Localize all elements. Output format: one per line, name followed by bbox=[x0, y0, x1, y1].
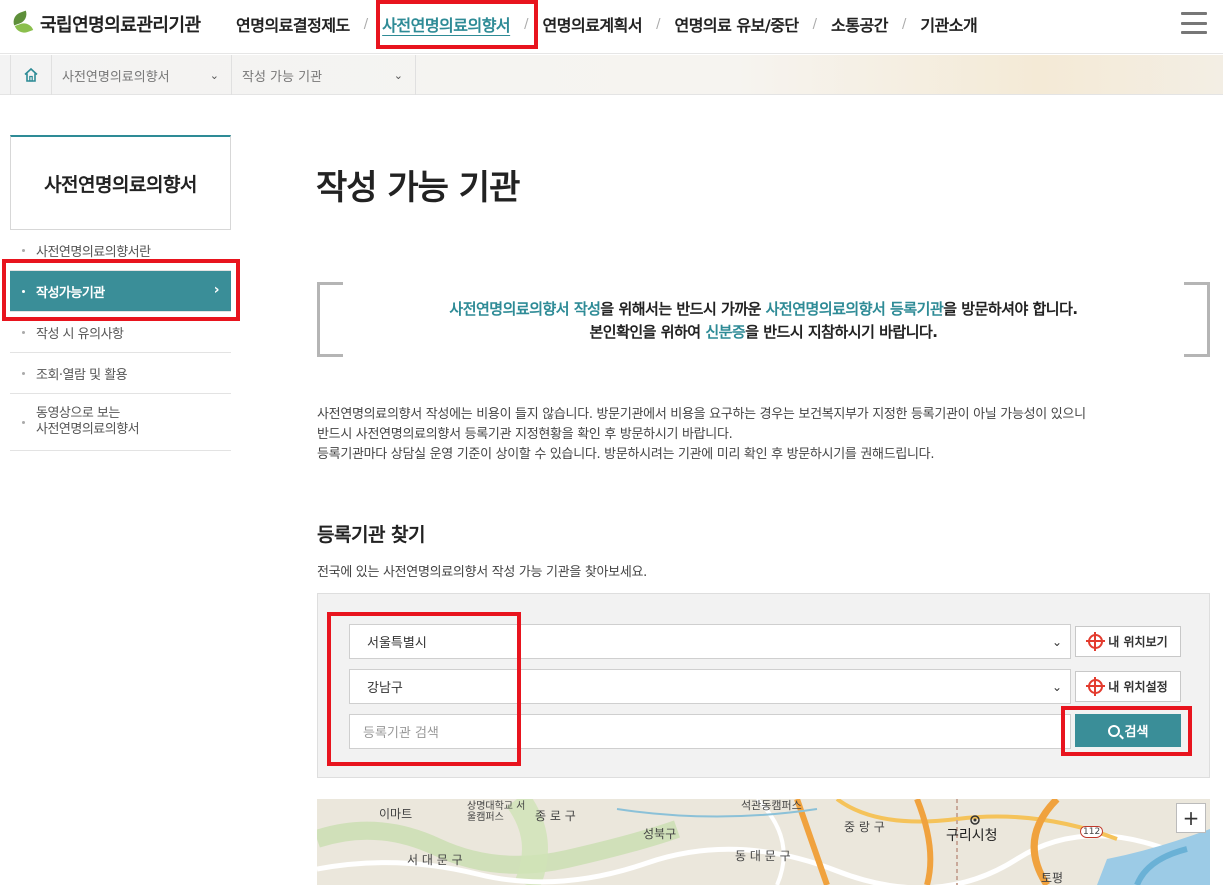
chevron-down-icon: ⌄ bbox=[1051, 680, 1062, 694]
map-view[interactable]: 이마트 상명대학교 서울캠퍼스 종 로 구 석관동캠퍼스 성북구 중 랑 구 구… bbox=[317, 799, 1210, 885]
bracket-left bbox=[317, 282, 343, 357]
sidebar-menu: 사전연명의료의향서란 작성가능기관 › 작성 시 유의사항 조회·열람 및 활용… bbox=[10, 230, 231, 451]
chevron-right-icon: › bbox=[213, 282, 220, 298]
map-label: 구리시청 bbox=[946, 828, 998, 844]
nav-item-advance-directive[interactable]: 사전연명의료의향서 bbox=[374, 12, 518, 36]
sidebar-item-video[interactable]: 동영상으로 보는 사전연명의료의향서 bbox=[10, 394, 231, 451]
chevron-down-icon: ⌄ bbox=[393, 69, 403, 82]
logo-text: 국립연명의료관리기관 bbox=[40, 15, 201, 36]
sidebar-item-label: 동영상으로 보는 사전연명의료의향서 bbox=[36, 406, 140, 437]
bracket-right bbox=[1184, 282, 1210, 357]
sidebar-item-label: 사전연명의료의향서란 bbox=[36, 244, 151, 260]
sidebar-item-label: 조회·열람 및 활용 bbox=[36, 367, 128, 383]
nav-item-about[interactable]: 기관소개 bbox=[912, 12, 985, 36]
search-button[interactable]: 검색 bbox=[1075, 714, 1181, 747]
breadcrumb-level1-label: 사전연명의료의향서 bbox=[62, 69, 170, 85]
my-location-set-button[interactable]: 내 위치설정 bbox=[1075, 671, 1181, 702]
page-title: 작성 가능 기관 bbox=[316, 168, 520, 208]
leaf-logo-icon bbox=[10, 10, 34, 37]
map-label: 종 로 구 bbox=[535, 809, 576, 823]
breadcrumb-select-level2[interactable]: 작성 가능 기관 ⌄ bbox=[232, 55, 416, 95]
nav-item-withhold-withdraw[interactable]: 연명의료 유보/중단 bbox=[666, 12, 806, 36]
site-logo[interactable]: 국립연명의료관리기관 bbox=[10, 10, 201, 37]
home-icon[interactable] bbox=[10, 55, 52, 95]
menu-icon[interactable] bbox=[1181, 12, 1207, 34]
sidebar-item-inquiry[interactable]: 조회·열람 및 활용 bbox=[10, 353, 231, 394]
sido-select[interactable]: 서울특별시 ⌄ bbox=[349, 624, 1071, 659]
search-panel: 서울특별시 ⌄ 강남구 ⌄ 등록기관 검색 내 위치보기 내 위치설정 검색 bbox=[317, 593, 1210, 778]
my-location-view-button[interactable]: 내 위치보기 bbox=[1075, 626, 1181, 657]
section-title: 등록기관 찾기 bbox=[317, 524, 426, 546]
description-text: 사전연명의료의향서 작성에는 비용이 들지 않습니다. 방문기관에서 비용을 요… bbox=[317, 407, 1086, 462]
sidebar-item-label: 작성 시 유의사항 bbox=[36, 326, 124, 342]
sidebar-item-label: 작성가능기관 bbox=[36, 285, 105, 301]
map-label: 중 랑 구 bbox=[844, 820, 885, 834]
main-nav: 연명의료결정제도 / 사전연명의료의향서 / 연명의료계획서 / 연명의료 유보… bbox=[228, 0, 985, 48]
sidebar-item-precautions[interactable]: 작성 시 유의사항 bbox=[10, 312, 231, 353]
search-icon bbox=[1107, 724, 1120, 737]
breadcrumb-select-level1[interactable]: 사전연명의료의향서 ⌄ bbox=[52, 55, 232, 95]
notice-line-1: 사전연명의료의향서 작성을 위해서는 반드시 가까운 사전연명의료의향서 등록기… bbox=[449, 300, 1078, 318]
map-label: 이마트 bbox=[379, 807, 413, 821]
map-label: 석관동캠퍼스 bbox=[741, 799, 802, 812]
site-header: 국립연명의료관리기관 연명의료결정제도 / 사전연명의료의향서 / 연명의료계획… bbox=[0, 0, 1223, 54]
notice-line-2: 본인확인을 위하여 신분증을 반드시 지참하시기 바랍니다. bbox=[589, 323, 938, 341]
nav-item-community[interactable]: 소통공간 bbox=[823, 12, 896, 36]
map-label: 서 대 문 구 bbox=[407, 853, 463, 867]
crosshair-icon bbox=[1086, 632, 1106, 651]
chevron-down-icon: ⌄ bbox=[209, 69, 219, 82]
map-label: 토평 bbox=[1041, 871, 1064, 885]
chevron-down-icon: ⌄ bbox=[1051, 635, 1062, 649]
crosshair-icon bbox=[1086, 677, 1106, 696]
sigungu-select[interactable]: 강남구 ⌄ bbox=[349, 669, 1071, 704]
nav-item-care-plan[interactable]: 연명의료계획서 bbox=[535, 12, 651, 36]
sidebar-item-what-is[interactable]: 사전연명의료의향서란 bbox=[10, 230, 231, 271]
breadcrumb: 사전연명의료의향서 ⌄ 작성 가능 기관 ⌄ bbox=[0, 55, 1223, 95]
institution-search-input[interactable]: 등록기관 검색 bbox=[349, 714, 1071, 749]
route-shield-icon: 112 bbox=[1080, 826, 1104, 838]
section-description: 전국에 있는 사전연명의료의향서 작성 가능 기관을 찾아보세요. bbox=[317, 565, 647, 580]
notice-box: 사전연명의료의향서 작성을 위해서는 반드시 가까운 사전연명의료의향서 등록기… bbox=[317, 282, 1210, 357]
sidebar-title: 사전연명의료의향서 bbox=[10, 135, 231, 230]
breadcrumb-level2-label: 작성 가능 기관 bbox=[242, 69, 323, 85]
map-label: 동 대 문 구 bbox=[735, 849, 791, 863]
sidebar-item-available-institutions[interactable]: 작성가능기관 › bbox=[10, 271, 231, 312]
nav-item-decision-system[interactable]: 연명의료결정제도 bbox=[228, 12, 358, 36]
map-label: 상명대학교 서울캠퍼스 bbox=[467, 801, 526, 823]
map-label: 성북구 bbox=[643, 827, 677, 841]
zoom-in-button[interactable]: + bbox=[1176, 803, 1206, 833]
